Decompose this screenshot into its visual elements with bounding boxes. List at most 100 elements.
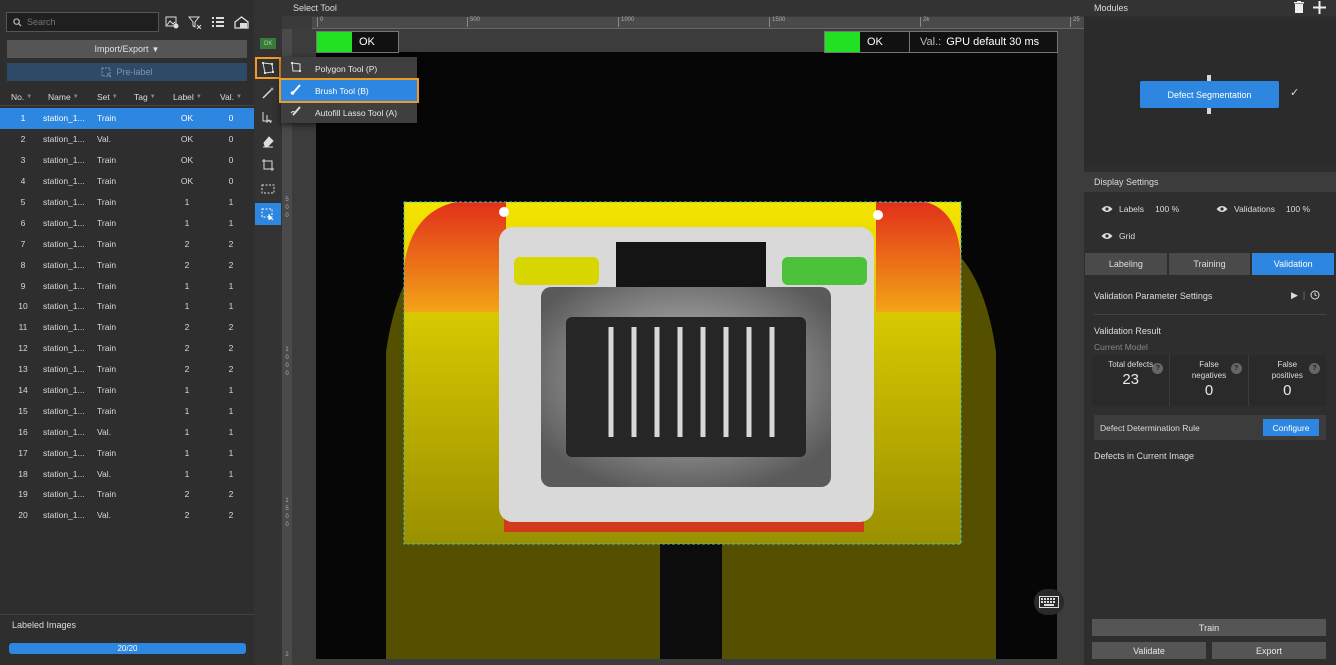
search-box[interactable] (6, 12, 159, 32)
col-name[interactable]: Name ▼ (48, 92, 79, 102)
row-val: 1 (228, 197, 234, 207)
table-row[interactable]: 1 station_1... Train OK 0 (0, 108, 254, 129)
table-row[interactable]: 4 station_1... Train OK 0 (0, 171, 254, 192)
row-set: Train (97, 238, 117, 249)
row-no: 3 (20, 155, 26, 166)
col-set[interactable]: Set ▼ (97, 92, 118, 102)
table-row[interactable]: 6 station_1... Train 1 1 (0, 212, 254, 233)
help-icon[interactable]: ? (1230, 363, 1242, 374)
col-no[interactable]: No. ▼ (11, 92, 32, 102)
tab-labeling[interactable]: Labeling (1085, 253, 1167, 275)
row-set: Val. (97, 134, 112, 145)
add-module-icon[interactable] (1313, 1, 1326, 17)
validate-button[interactable]: Validate (1092, 642, 1206, 659)
menu-polygon-tool[interactable]: Polygon Tool (P) (281, 58, 417, 79)
stat-label: False negatives (1191, 360, 1227, 380)
modules-title: Modules (1094, 3, 1129, 13)
menu-brush-tool[interactable]: Brush Tool (B) (279, 78, 419, 103)
table-row[interactable]: 13 station_1... Train 2 2 (0, 359, 254, 380)
left-result-text: OK (359, 36, 375, 48)
filter-icon[interactable] (186, 13, 204, 31)
import-export-label: Import/Export (94, 44, 149, 54)
export-button[interactable]: Export (1212, 642, 1326, 659)
table-row[interactable]: 9 station_1... Train 1 1 (0, 275, 254, 296)
tab-training[interactable]: Training (1168, 253, 1251, 275)
row-label: OK (180, 155, 194, 166)
configure-button[interactable]: Configure (1263, 419, 1319, 436)
table-row[interactable]: 18 station_1... Val. 1 1 (0, 463, 254, 484)
table-row[interactable]: 10 station_1... Train 1 1 (0, 296, 254, 317)
table-row[interactable]: 15 station_1... Train 1 1 (0, 400, 254, 421)
vruler-label: 0 (285, 371, 289, 377)
row-label: 2 (184, 259, 190, 270)
keyboard-icon[interactable] (1034, 589, 1064, 615)
list-icon[interactable] (209, 13, 227, 31)
table-row[interactable]: 12 station_1... Train 2 2 (0, 338, 254, 359)
eraser-icon (263, 136, 274, 148)
crop-icon (262, 159, 274, 171)
select-tool-button[interactable] (255, 106, 281, 128)
col-set-label: Set (97, 91, 110, 102)
expand-icon[interactable]: ▶ (1291, 290, 1298, 302)
row-set: Train (97, 259, 117, 270)
right-result-box: OK (824, 31, 911, 53)
help-icon[interactable]: ? (1152, 363, 1164, 374)
row-set: Train (97, 113, 117, 124)
col-tag[interactable]: Tag ▼ (134, 92, 156, 102)
module-name: Defect Segmentation (1167, 89, 1252, 100)
table-row[interactable]: 14 station_1... Train 1 1 (0, 380, 254, 401)
reset-icon[interactable] (1310, 290, 1320, 302)
inspection-image[interactable] (316, 52, 1057, 659)
image-settings-icon[interactable] (163, 13, 181, 31)
rect-select-tool-button[interactable] (255, 178, 281, 200)
prelabel-button[interactable]: Pre-label (7, 63, 247, 81)
area-select-tool-button[interactable] (255, 203, 281, 225)
labels-opacity[interactable]: 100 % (1155, 204, 1179, 214)
table-header: No. ▼ Name ▼ Set ▼ Tag ▼ Label ▼ Val. ▼ (0, 88, 254, 106)
grid-visibility-toggle[interactable]: Grid (1101, 231, 1135, 241)
table-row[interactable]: 7 station_1... Train 2 2 (0, 233, 254, 254)
trash-icon[interactable] (1293, 1, 1305, 17)
table-row[interactable]: 5 station_1... Train 1 1 (0, 192, 254, 213)
crop-tool-button[interactable] (255, 154, 281, 176)
row-set: Train (97, 176, 117, 187)
table-row[interactable]: 3 station_1... Train OK 0 (0, 150, 254, 171)
area-select-icon (261, 208, 274, 220)
grid-label: Grid (1119, 231, 1136, 241)
search-input[interactable] (27, 17, 147, 27)
col-val[interactable]: Val. ▼ (220, 92, 242, 102)
table-row[interactable]: 20 station_1... Val. 2 2 (0, 505, 254, 526)
polygon-tool-button[interactable] (255, 57, 281, 79)
validation-parameter-settings[interactable]: Validation Parameter Settings (1094, 291, 1212, 301)
tab-validation[interactable]: Validation (1252, 253, 1335, 275)
import-export-button[interactable]: Import/Export ▼ (7, 40, 247, 58)
magic-wand-tool-button[interactable] (255, 82, 281, 104)
row-val: 0 (228, 155, 234, 166)
labels-visibility-toggle[interactable]: Labels 100 % (1101, 204, 1179, 214)
prelabel-icon (101, 67, 112, 77)
menu-lasso-tool[interactable]: Autofill Lasso Tool (A) (281, 102, 417, 123)
row-name: station_1... (43, 301, 85, 312)
row-set: Train (97, 405, 117, 416)
defect-segmentation-module[interactable]: Defect Segmentation (1140, 81, 1279, 108)
col-label[interactable]: Label ▼ (173, 92, 202, 102)
table-row[interactable]: 8 station_1... Train 2 2 (0, 254, 254, 275)
help-icon[interactable]: ? (1308, 363, 1320, 374)
app-window: Import/Export ▼ Pre-label No.▼ Name▼ Set… (0, 0, 1336, 665)
table-row[interactable]: 2 station_1... Val. OK 0 (0, 129, 254, 150)
table-row[interactable]: 17 station_1... Train 1 1 (0, 442, 254, 463)
row-name: station_1... (43, 155, 85, 166)
validations-opacity[interactable]: 100 % (1286, 204, 1310, 214)
row-name: station_1... (43, 280, 85, 291)
polygon-icon (289, 61, 303, 76)
eraser-tool-button[interactable] (255, 130, 281, 152)
home-icon[interactable] (232, 13, 250, 31)
train-button[interactable]: Train (1092, 619, 1326, 636)
table-row[interactable]: 11 station_1... Train 2 2 (0, 317, 254, 338)
validations-visibility-toggle[interactable]: Validations 100 % (1216, 204, 1310, 214)
table-row[interactable]: 19 station_1... Train 2 2 (0, 484, 254, 505)
sort-icon: ▼ (26, 93, 33, 100)
ruler-tick: 1000 (618, 17, 634, 27)
table-row[interactable]: 16 station_1... Val. 1 1 (0, 421, 254, 442)
sort-icon: ▼ (72, 93, 79, 100)
